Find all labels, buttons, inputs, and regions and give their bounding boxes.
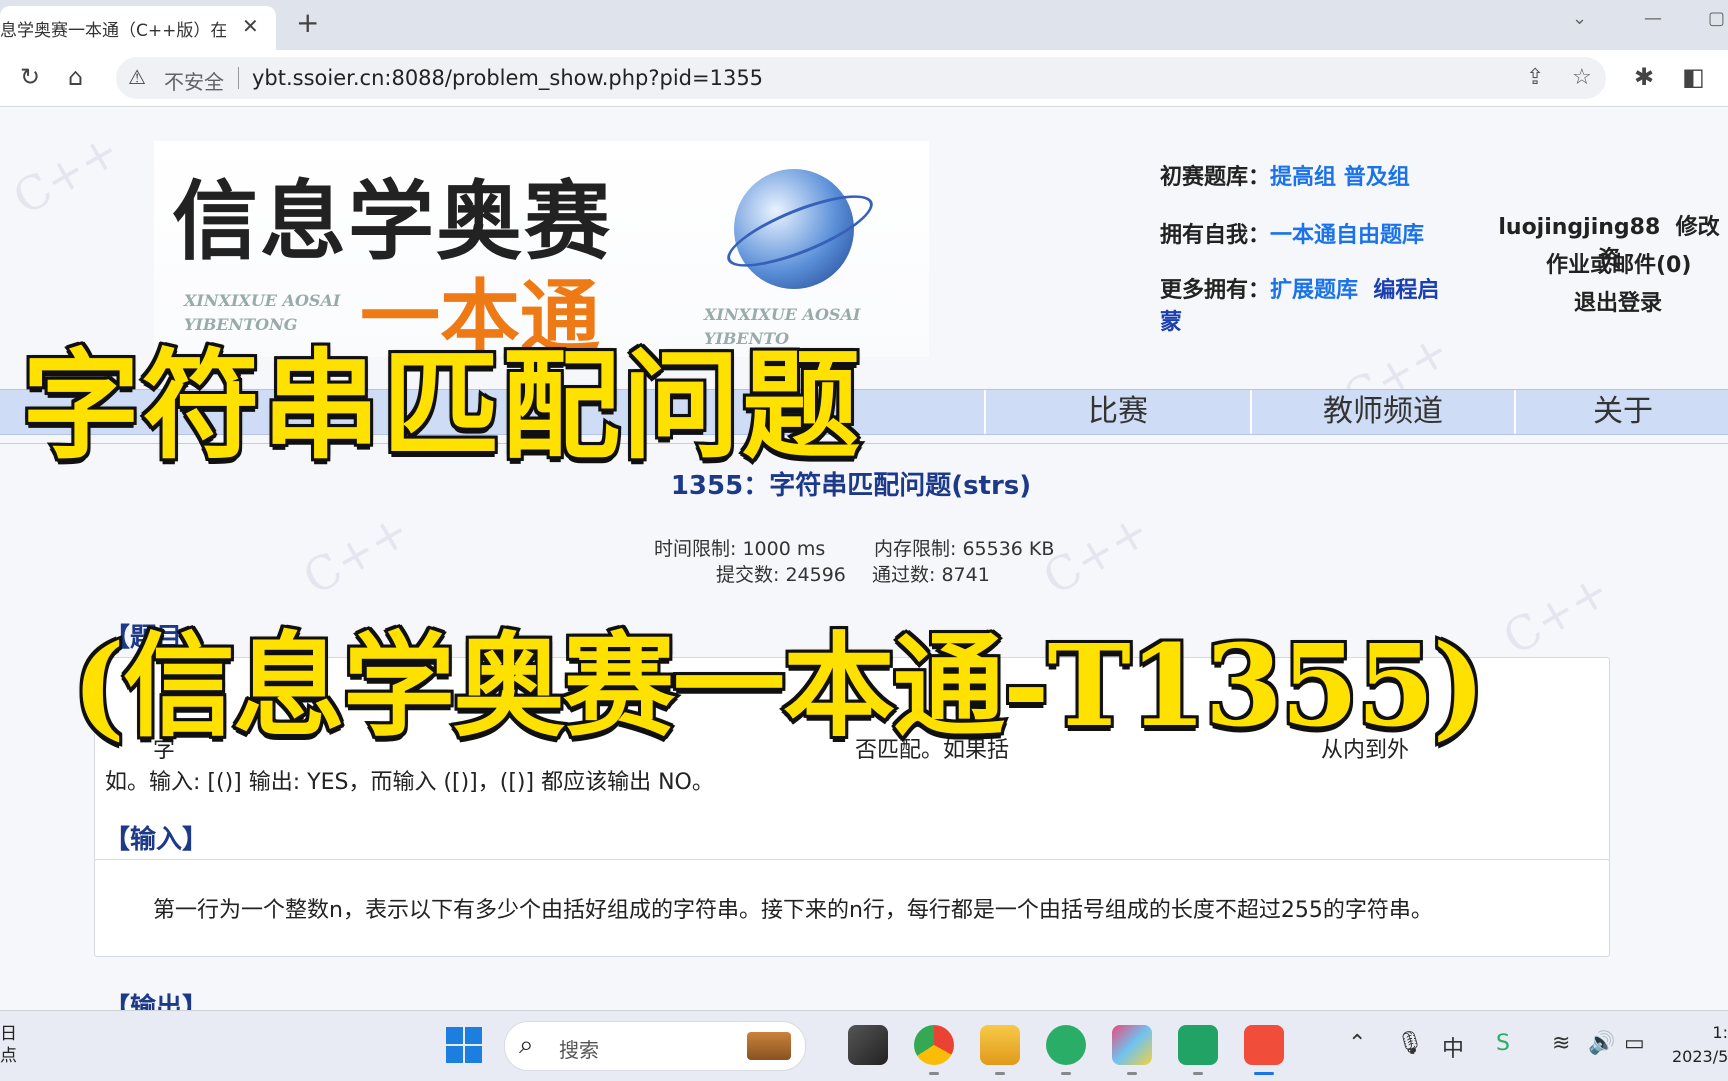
logout-link[interactable]: 退出登录	[1574, 285, 1662, 317]
side-label: 更多拥有：	[1160, 278, 1271, 303]
active-indicator	[1254, 1072, 1274, 1075]
c-editor-icon[interactable]	[1244, 1025, 1284, 1065]
input-text: 第一行为一个整数n，表示以下有多少个由括好组成的字符串。接下来的n行，每行都是一…	[153, 898, 1433, 923]
input-panel: 第一行为一个整数n，表示以下有多少个由括好组成的字符串。接下来的n行，每行都是一…	[94, 859, 1610, 957]
side-line-more: 更多拥有：扩展题库 编程启 蒙	[1160, 275, 1480, 339]
username[interactable]: luojingjing88	[1498, 215, 1660, 240]
nav-item-contest[interactable]: 比赛	[984, 390, 1250, 434]
chevron-up-icon[interactable]: ⌃	[1348, 1031, 1366, 1056]
start-button[interactable]	[446, 1027, 482, 1063]
overlay-subtitle: (信息学奥赛一本通-T1355)	[69, 618, 1489, 755]
search-highlight-image	[747, 1032, 791, 1060]
taskbar: 日 点 ⌕ 搜索 ⌃ 🎙 中 S ≋ 🔊 ▭ 1: 2023/5	[0, 1010, 1728, 1081]
watermark: C++	[4, 122, 129, 226]
watermark: C++	[294, 502, 419, 606]
taskbar-search[interactable]: ⌕ 搜索	[504, 1021, 806, 1071]
overlay-title: 字符串匹配问题	[19, 333, 863, 478]
file-explorer-icon[interactable]	[980, 1025, 1020, 1065]
side-line-prelim: 初赛题库：提高组 普及组	[1160, 159, 1410, 191]
microphone-icon[interactable]: 🎙	[1396, 1031, 1424, 1056]
side-label: 拥有自我：	[1160, 223, 1271, 248]
maximize-icon[interactable]: ▢	[1708, 8, 1725, 29]
watermark: C++	[1494, 562, 1619, 666]
new-tab-button[interactable]: +	[296, 8, 319, 38]
running-indicator	[995, 1072, 1005, 1075]
close-icon[interactable]: ✕	[242, 14, 259, 38]
accepted-count: 通过数: 8741	[872, 564, 990, 586]
side-label: 初赛题库：	[1160, 165, 1271, 190]
reload-icon[interactable]: ↻	[20, 64, 40, 90]
browser-tab[interactable]: 息学奥赛一本通（C++版）在线 ✕	[0, 6, 276, 50]
link-tigao[interactable]: 提高组	[1270, 165, 1336, 190]
link-puji[interactable]: 普及组	[1344, 165, 1410, 190]
extensions-icon[interactable]: ✱	[1634, 64, 1654, 90]
search-placeholder: 搜索	[559, 1038, 599, 1062]
chrome-icon[interactable]	[914, 1025, 954, 1065]
link-enlight[interactable]: 编程启	[1373, 278, 1439, 303]
time-limit: 时间限制: 1000 ms	[654, 538, 826, 560]
nav-item-teacher[interactable]: 教师频道	[1250, 390, 1514, 434]
ime-icon[interactable]: 中	[1442, 1031, 1464, 1063]
banner-pinyin: XINXIXUE AOSAI	[184, 291, 341, 310]
address-bar[interactable]: ⚠ 不安全 ybt.ssoier.cn:8088/problem_show.ph…	[116, 57, 1606, 99]
taskbar-left: 日 点	[0, 1023, 17, 1067]
link-extended[interactable]: 扩展题库	[1270, 278, 1358, 303]
input-heading: 【输入】	[104, 825, 209, 855]
running-indicator	[1127, 1072, 1137, 1075]
link-free-bank[interactable]: 一本通自由题库	[1270, 223, 1424, 248]
app-tray-icon[interactable]: S	[1496, 1031, 1510, 1056]
running-indicator	[1193, 1072, 1203, 1075]
description-text: 如。输入: [()] 输出: YES，而输入 ([)]，([)] 都应该输出 N…	[105, 770, 714, 795]
clock-date: 2023/5	[1672, 1047, 1728, 1066]
wechat-icon[interactable]	[1046, 1025, 1086, 1065]
browser-tab-bar: 息学奥赛一本通（C++版）在线 ✕ + ⌄ — ▢	[0, 0, 1728, 50]
wifi-icon[interactable]: ≋	[1552, 1031, 1570, 1056]
volume-icon[interactable]: 🔊	[1588, 1031, 1615, 1056]
task-view-icon[interactable]	[848, 1025, 888, 1065]
side-panel-icon[interactable]: ◧	[1682, 64, 1705, 90]
clock[interactable]: 1: 2023/5	[1672, 1021, 1728, 1069]
running-indicator	[1061, 1072, 1071, 1075]
output-heading: 【输出】	[104, 993, 209, 1010]
chevron-down-icon[interactable]: ⌄	[1572, 8, 1587, 29]
side-line-free: 拥有自我：一本通自由题库	[1160, 217, 1424, 249]
nav-item-about[interactable]: 关于	[1514, 390, 1728, 434]
warning-icon[interactable]: ⚠	[128, 65, 146, 89]
paint-icon[interactable]	[1112, 1025, 1152, 1065]
link-enlight-2[interactable]: 蒙	[1160, 310, 1182, 335]
homework-link[interactable]: 作业或邮件(0)	[1546, 247, 1691, 279]
url-text[interactable]: ybt.ssoier.cn:8088/problem_show.php?pid=…	[252, 66, 763, 90]
tab-title: 息学奥赛一本通（C++版）在线	[0, 21, 226, 41]
minimize-icon[interactable]: —	[1644, 8, 1662, 29]
clock-time: 1:	[1712, 1023, 1728, 1042]
battery-icon[interactable]: ▭	[1624, 1031, 1645, 1056]
divider	[238, 67, 239, 89]
share-icon[interactable]: ⇪	[1526, 65, 1544, 90]
code-editor-icon[interactable]	[1178, 1025, 1218, 1065]
memory-limit: 内存限制: 65536 KB	[874, 538, 1055, 560]
search-icon: ⌕	[519, 1030, 534, 1060]
page-content: C++ C++ C++ C++ C++ C++ C++ C++ 信息学奥赛 XI…	[0, 107, 1728, 1010]
home-icon[interactable]: ⌂	[68, 64, 83, 90]
running-indicator	[929, 1072, 939, 1075]
taskbar-left-text: 点	[0, 1046, 17, 1066]
insecure-label[interactable]: 不安全	[164, 66, 224, 95]
taskbar-left-text: 日	[0, 1024, 17, 1044]
star-icon[interactable]: ☆	[1572, 65, 1592, 90]
submission-count: 提交数: 24596	[716, 564, 846, 586]
browser-toolbar: ↻ ⌂ ⚠ 不安全 ybt.ssoier.cn:8088/problem_sho…	[0, 50, 1728, 107]
